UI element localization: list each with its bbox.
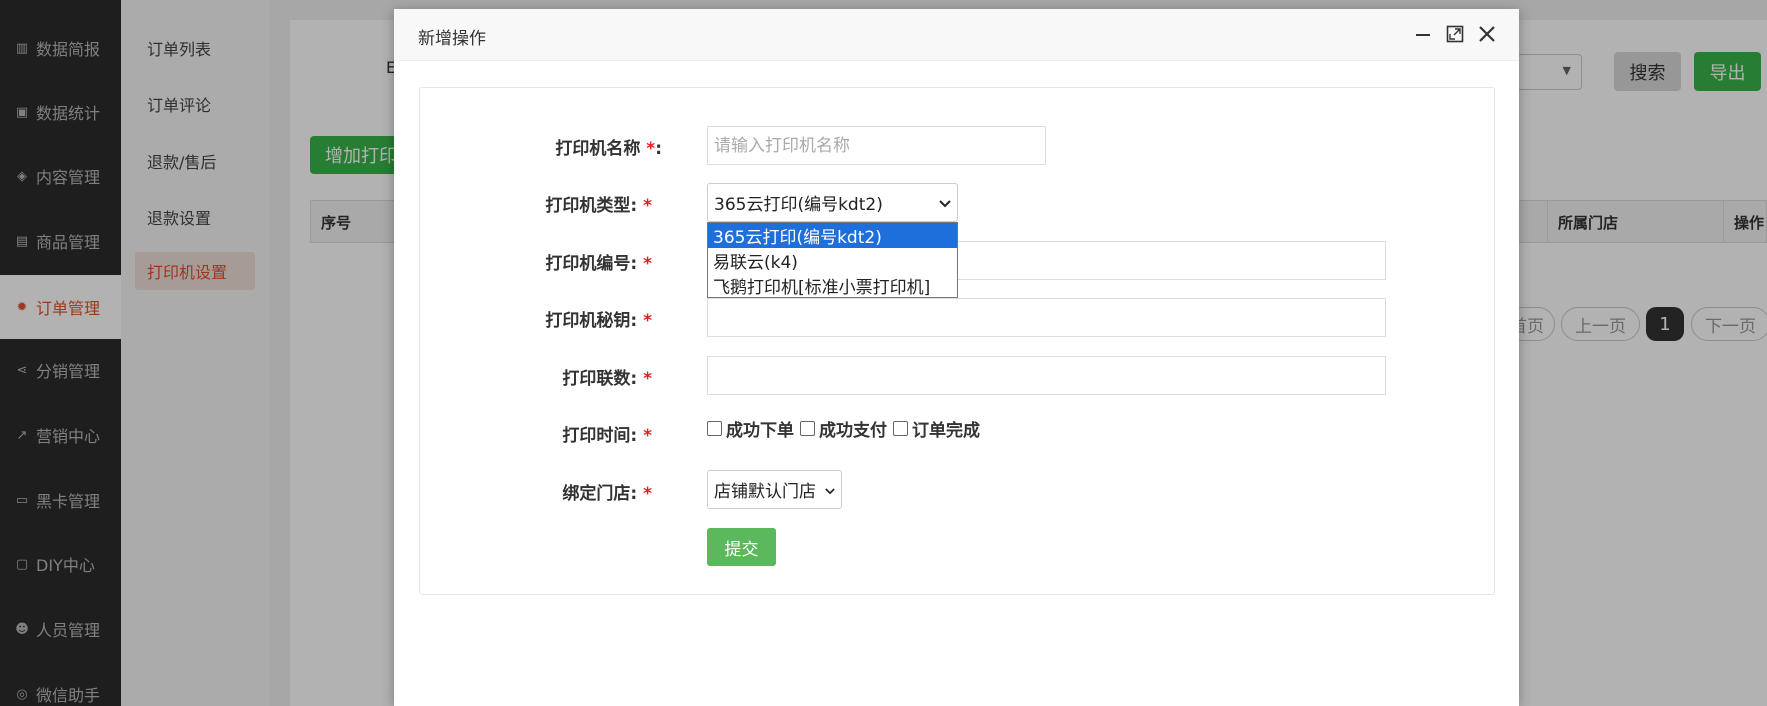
close-icon[interactable] <box>1474 21 1500 47</box>
printer-secret-label: 打印机秘钥: * <box>545 311 652 331</box>
printer-secret-input[interactable] <box>707 298 1386 337</box>
printer-type-label: 打印机类型: * <box>545 196 652 216</box>
printer-name-label: 打印机名称 *: <box>555 139 662 159</box>
print-time-label: 打印时间: * <box>562 426 652 446</box>
maximize-icon[interactable] <box>1442 21 1468 47</box>
checkbox-icon[interactable] <box>707 421 722 436</box>
print-time-options: 成功下单 成功支付 订单完成 <box>707 416 986 441</box>
checkbox-icon[interactable] <box>800 421 815 436</box>
chevron-down-icon <box>825 480 835 500</box>
print-copies-label: 打印联数: * <box>562 369 652 389</box>
chevron-down-icon <box>939 193 951 213</box>
printer-name-input[interactable] <box>707 126 1046 165</box>
checkbox-icon[interactable] <box>893 421 908 436</box>
minimize-icon[interactable] <box>1410 21 1436 47</box>
dropdown-option[interactable]: 365云打印(编号kdt2) <box>708 223 957 248</box>
dialog-header: 新增操作 <box>394 9 1519 61</box>
bind-store-select[interactable]: 店铺默认门店 <box>707 470 842 509</box>
printer-type-select[interactable]: 365云打印(编号kdt2) <box>707 183 958 222</box>
checkbox-order-placed[interactable]: 成功下单 <box>707 416 794 441</box>
printer-type-dropdown[interactable]: 365云打印(编号kdt2) 易联云(k4) 飞鹅打印机[标准小票打印机] <box>707 222 958 298</box>
printer-number-label: 打印机编号: * <box>545 254 652 274</box>
submit-button[interactable]: 提交 <box>707 528 776 566</box>
dialog-title: 新增操作 <box>418 29 486 49</box>
dropdown-option[interactable]: 易联云(k4) <box>708 248 957 273</box>
print-copies-input[interactable] <box>707 356 1386 395</box>
dropdown-option[interactable]: 飞鹅打印机[标准小票打印机] <box>708 273 957 297</box>
checkbox-order-complete[interactable]: 订单完成 <box>893 416 980 441</box>
bind-store-label: 绑定门店: * <box>562 484 652 504</box>
checkbox-payment-success[interactable]: 成功支付 <box>800 416 887 441</box>
